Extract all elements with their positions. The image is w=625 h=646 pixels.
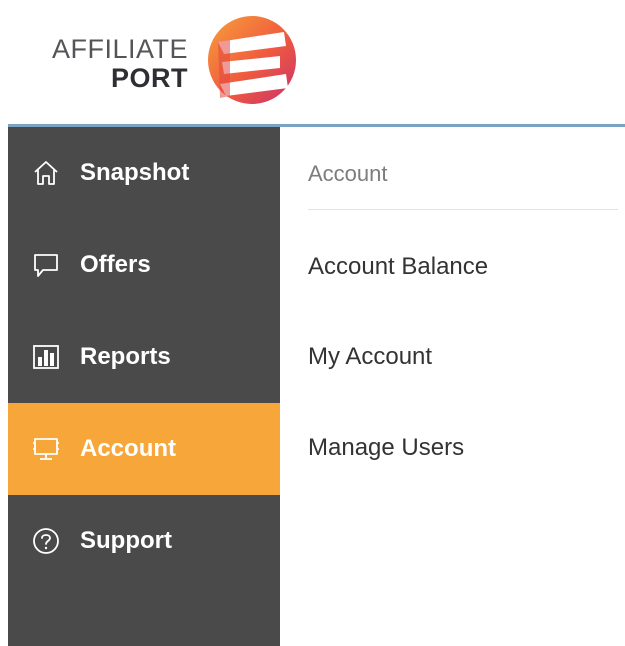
section-divider xyxy=(308,209,618,210)
bar-chart-icon xyxy=(32,343,60,371)
monitor-icon xyxy=(32,435,60,463)
affiliate-port-logo-mark-icon[interactable] xyxy=(200,12,300,108)
section-title: Account xyxy=(308,161,388,186)
sidebar-item-offers[interactable]: Offers xyxy=(8,219,280,311)
header: AFFILIATE PORT xyxy=(0,0,625,124)
brand-logo-text[interactable]: AFFILIATE PORT xyxy=(42,36,188,92)
account-balance-link[interactable]: Account Balance xyxy=(308,253,488,281)
main-panel: Account Account Balance My Account Manag… xyxy=(280,127,625,646)
speech-bubble-icon xyxy=(32,251,60,279)
my-account-link[interactable]: My Account xyxy=(308,343,432,371)
brand-name-line1: AFFILIATE xyxy=(51,34,188,64)
sidebar-nav: Snapshot Offers Reports Account Support xyxy=(8,127,280,646)
sidebar-item-label: Account xyxy=(80,435,176,462)
manage-users-link[interactable]: Manage Users xyxy=(308,434,464,462)
page: AFFILIATE PORT Snapshot Offers Reports A… xyxy=(0,0,625,646)
sidebar-item-label: Reports xyxy=(80,343,171,370)
sidebar-item-account[interactable]: Account xyxy=(8,403,280,495)
sidebar-item-label: Offers xyxy=(80,251,151,278)
home-icon xyxy=(32,159,60,187)
brand-name-line2: PORT xyxy=(110,63,188,93)
help-circle-icon xyxy=(32,527,60,555)
sidebar-item-snapshot[interactable]: Snapshot xyxy=(8,127,280,219)
sidebar-item-label: Snapshot xyxy=(80,159,190,186)
sidebar-item-support[interactable]: Support xyxy=(8,495,280,587)
sidebar-item-label: Support xyxy=(80,527,172,554)
sidebar-item-reports[interactable]: Reports xyxy=(8,311,280,403)
